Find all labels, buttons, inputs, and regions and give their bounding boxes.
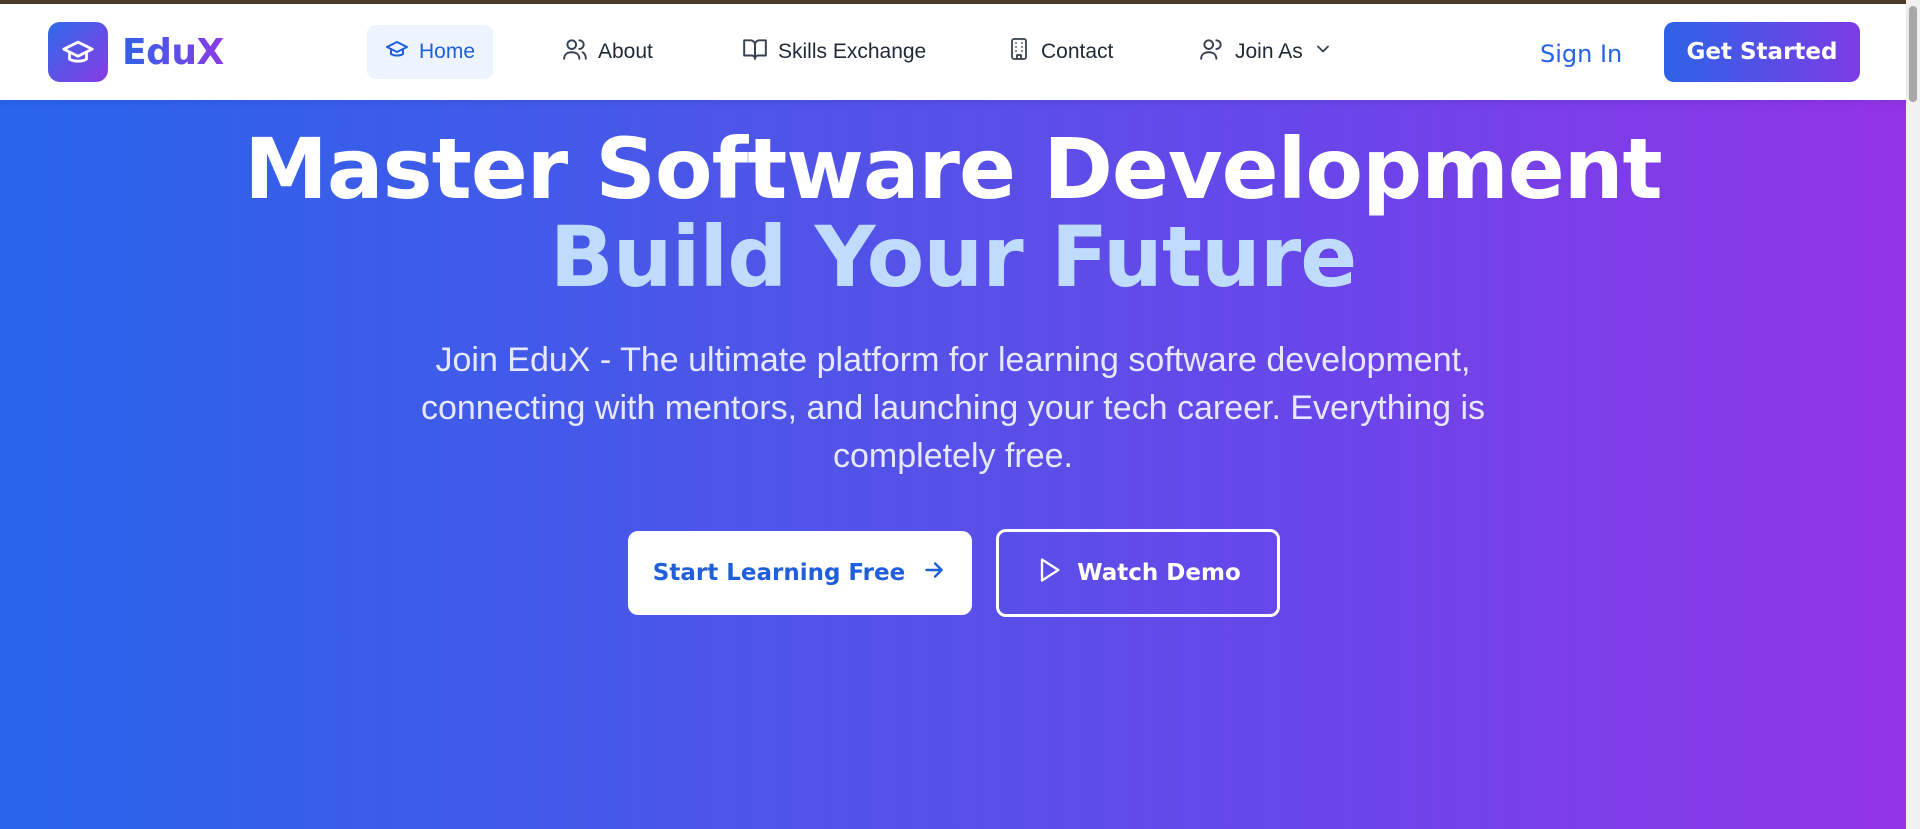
hero-subtitle: Join EduX - The ultimate platform for le… bbox=[420, 341, 1486, 475]
nav-item-label: Home bbox=[419, 40, 476, 63]
brand-logo[interactable]: EduX bbox=[48, 22, 224, 82]
nav-item-skills-exchange[interactable]: Skills Exchange bbox=[724, 25, 944, 79]
nav-item-contact[interactable]: Contact bbox=[989, 25, 1131, 79]
nav-item-join-as[interactable]: Join As bbox=[1181, 25, 1351, 79]
watch-demo-button[interactable]: Watch Demo bbox=[996, 529, 1280, 617]
graduation-cap-icon bbox=[385, 37, 409, 67]
user-icon bbox=[1199, 36, 1225, 68]
users-icon bbox=[562, 36, 588, 68]
nav-item-label: Skills Exchange bbox=[778, 40, 927, 63]
scrollbar-thumb[interactable] bbox=[1909, 6, 1917, 102]
hero-title: Master Software Development bbox=[244, 120, 1662, 218]
watch-demo-label: Watch Demo bbox=[1077, 560, 1241, 586]
building-icon bbox=[1007, 37, 1031, 67]
nav-item-label: Join As bbox=[1235, 40, 1303, 63]
arrow-right-icon bbox=[921, 557, 947, 589]
graduation-cap-icon bbox=[48, 22, 108, 82]
start-learning-button[interactable]: Start Learning Free bbox=[628, 531, 972, 615]
top-navbar: EduX Home About Skills Exchange Contact … bbox=[0, 4, 1906, 100]
nav-item-label: Contact bbox=[1041, 40, 1114, 63]
brand-name: EduX bbox=[122, 31, 224, 73]
nav-item-home[interactable]: Home bbox=[367, 25, 494, 79]
hero-title-highlight: Build Your Future bbox=[549, 208, 1357, 306]
chevron-down-icon bbox=[1313, 39, 1333, 65]
page-scrollbar[interactable] bbox=[1906, 0, 1920, 829]
start-learning-label: Start Learning Free bbox=[652, 560, 906, 586]
nav-item-label: About bbox=[598, 40, 653, 63]
nav-item-about[interactable]: About bbox=[544, 25, 671, 79]
sign-in-link[interactable]: Sign In bbox=[1540, 34, 1622, 74]
get-started-button[interactable]: Get Started bbox=[1664, 22, 1860, 82]
play-icon bbox=[1035, 556, 1063, 590]
book-open-icon bbox=[742, 36, 768, 68]
